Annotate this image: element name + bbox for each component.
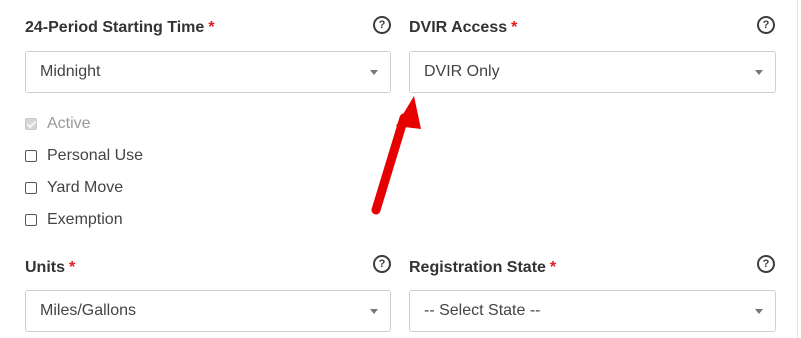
dvir-access-label: DVIR Access *: [409, 19, 517, 37]
period-start-select[interactable]: Midnight: [25, 51, 391, 93]
checkbox-active-box[interactable]: [25, 118, 37, 130]
checkbox-personal-use-label: Personal Use: [47, 147, 144, 164]
required-marker: *: [208, 19, 215, 36]
checkbox-exemption[interactable]: Exemption: [25, 210, 123, 230]
checkbox-yard-move[interactable]: Yard Move: [25, 178, 123, 198]
question-circle-icon[interactable]: ?: [757, 255, 775, 273]
checkbox-active[interactable]: Active: [25, 114, 91, 134]
units-label: Units *: [25, 259, 75, 277]
period-start-label-text: 24-Period Starting Time: [25, 19, 205, 36]
checkbox-yard-move-label: Yard Move: [47, 179, 124, 196]
caret-down-icon: [755, 309, 763, 314]
checkbox-yard-move-box[interactable]: [25, 182, 37, 194]
units-label-text: Units: [25, 259, 65, 276]
checkbox-active-label: Active: [47, 115, 91, 132]
dvir-access-value: DVIR Only: [424, 63, 500, 80]
registration-state-select[interactable]: -- Select State --: [409, 290, 776, 332]
period-start-value: Midnight: [40, 63, 101, 80]
registration-state-label: Registration State *: [409, 259, 556, 277]
dvir-access-select[interactable]: DVIR Only: [409, 51, 776, 93]
settings-form: 24-Period Starting Time * ? Midnight DVIR…: [0, 0, 798, 338]
caret-down-icon: [755, 70, 763, 75]
checkbox-exemption-label: Exemption: [47, 211, 123, 228]
dvir-access-label-text: DVIR Access: [409, 19, 508, 36]
question-circle-icon[interactable]: ?: [757, 16, 775, 34]
checkbox-exemption-box[interactable]: [25, 214, 37, 226]
question-circle-icon[interactable]: ?: [373, 16, 391, 34]
registration-state-value: -- Select State --: [424, 302, 541, 319]
question-circle-icon[interactable]: ?: [373, 255, 391, 273]
caret-down-icon: [370, 309, 378, 314]
units-select[interactable]: Miles/Gallons: [25, 290, 391, 332]
registration-state-label-text: Registration State: [409, 259, 546, 276]
required-marker: *: [69, 259, 76, 276]
caret-down-icon: [370, 70, 378, 75]
period-start-label: 24-Period Starting Time *: [25, 19, 215, 37]
required-marker: *: [549, 259, 557, 276]
required-marker: *: [511, 19, 518, 36]
checkbox-personal-use-box[interactable]: [25, 150, 37, 162]
units-value: Miles/Gallons: [40, 302, 137, 319]
checkbox-personal-use[interactable]: Personal Use: [25, 146, 143, 166]
